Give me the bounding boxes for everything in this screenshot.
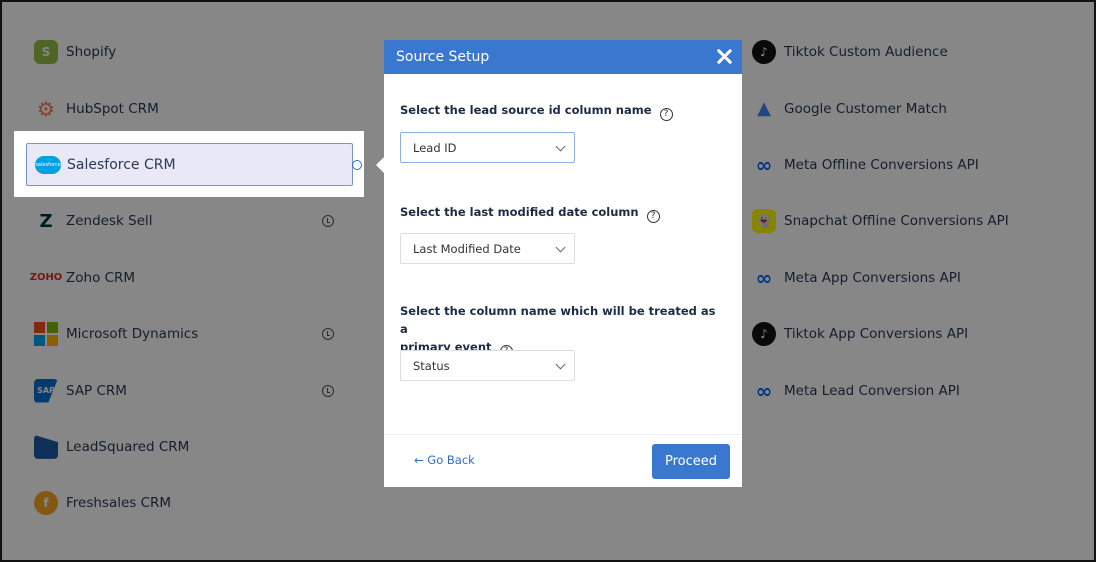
last-modified-select[interactable]: Last Modified Date	[400, 233, 575, 264]
modal-header: Source Setup	[384, 40, 742, 74]
chevron-down-icon	[555, 141, 566, 152]
close-icon[interactable]	[716, 48, 732, 64]
lead-id-select[interactable]: Lead ID	[400, 132, 575, 163]
app-frame: SShopify⚙HubSpot CRMSalesforce CRMZZende…	[0, 0, 1096, 562]
salesforce-icon: salesforce	[35, 155, 61, 174]
lead-id-question: Select the lead source id column name?	[400, 101, 673, 121]
arrow-left-icon: ←	[414, 453, 424, 467]
help-icon[interactable]: ?	[659, 108, 673, 121]
selected-source-item[interactable]: salesforce Salesforce CRM	[26, 143, 362, 186]
modal-footer: ← Go Back Proceed	[384, 434, 742, 487]
help-icon[interactable]: ?	[646, 210, 660, 223]
lead-id-select-value: Lead ID	[413, 140, 457, 155]
lead-id-label: Select the lead source id column name	[400, 103, 652, 117]
go-back-button[interactable]: ← Go Back	[414, 453, 475, 467]
primary-event-select-value: Status	[413, 358, 450, 373]
selected-source-label: Salesforce CRM	[67, 156, 176, 173]
last-modified-select-value: Last Modified Date	[413, 241, 521, 256]
selected-source-card[interactable]: salesforce Salesforce CRM	[14, 131, 364, 197]
chevron-down-icon	[555, 359, 566, 370]
go-back-label: Go Back	[427, 453, 475, 467]
proceed-button[interactable]: Proceed	[652, 444, 730, 479]
last-modified-question: Select the last modified date column?	[400, 203, 660, 223]
source-setup-modal: Source Setup Select the lead source id c…	[384, 40, 742, 487]
primary-event-select[interactable]: Status	[400, 350, 575, 381]
primary-event-label-line1: Select the column name which will be tre…	[400, 304, 716, 336]
connector-handle[interactable]	[352, 160, 362, 170]
chevron-down-icon	[555, 242, 566, 253]
last-modified-label: Select the last modified date column	[400, 205, 639, 219]
modal-title: Source Setup	[396, 49, 490, 65]
